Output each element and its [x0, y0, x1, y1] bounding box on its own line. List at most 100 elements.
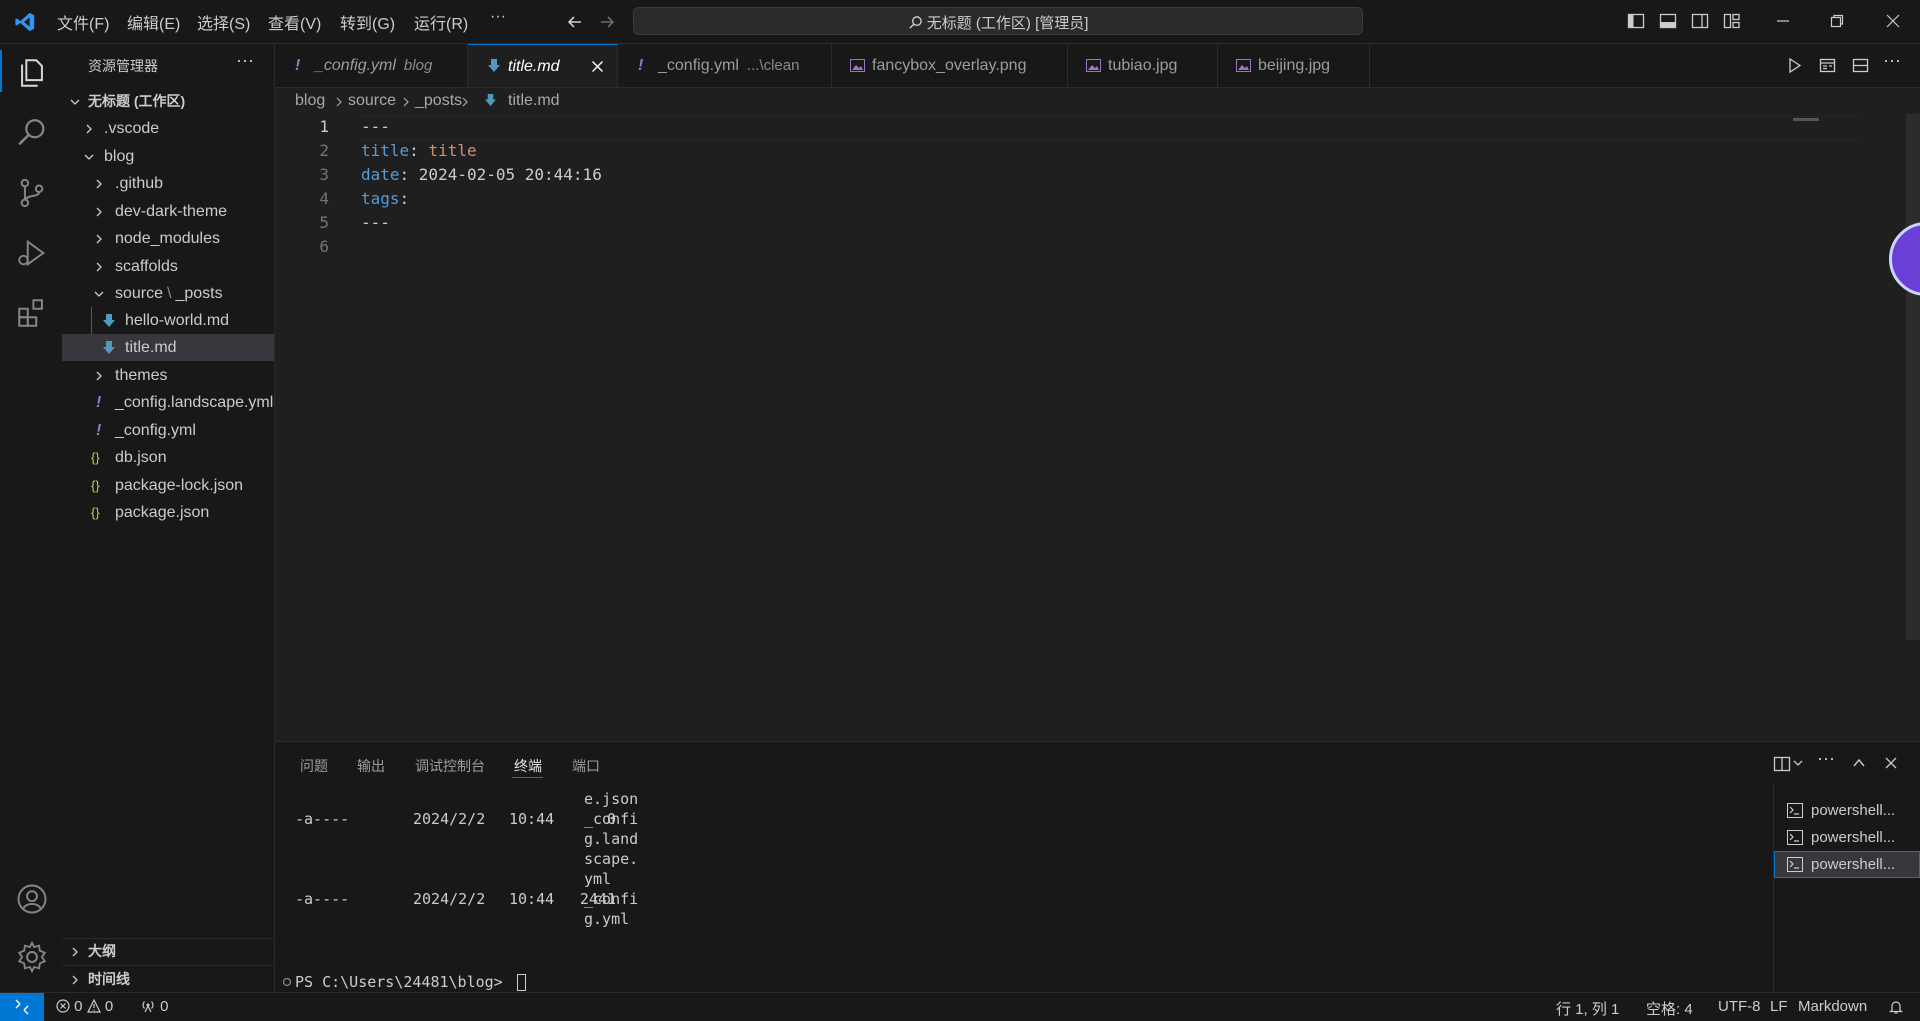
- problems-status[interactable]: 0 0: [56, 998, 113, 1015]
- yaml-separator: :: [409, 141, 429, 160]
- forward-arrow-icon[interactable]: [597, 12, 617, 32]
- breadcrumb-blog[interactable]: blog: [295, 88, 325, 114]
- vertical-scrollbar[interactable]: [1906, 114, 1920, 640]
- run-debug-icon[interactable]: [15, 236, 49, 270]
- active-indicator: [0, 50, 2, 92]
- status-bar: 0 0 0 行 1, 列 1 空格: 4 UTF-8 LF Markdown: [0, 992, 1920, 1021]
- extensions-icon[interactable]: [15, 296, 49, 330]
- tree-folder-blog[interactable]: blog: [62, 143, 274, 170]
- restore-icon[interactable]: [1828, 12, 1846, 30]
- accounts-icon[interactable]: [15, 882, 49, 916]
- encoding[interactable]: UTF-8: [1718, 998, 1761, 1015]
- back-arrow-icon[interactable]: [565, 12, 585, 32]
- toggle-panel-icon[interactable]: [1659, 12, 1677, 30]
- editor-more-actions-icon[interactable]: ···: [1883, 50, 1901, 71]
- split-terminal-icon[interactable]: [1773, 755, 1791, 773]
- toggle-primary-sidebar-icon[interactable]: [1627, 12, 1645, 30]
- command-center-search[interactable]: 无标题 (工作区) [管理员]: [633, 7, 1363, 35]
- line-ending[interactable]: LF: [1770, 998, 1788, 1015]
- menu-file[interactable]: 文件(F): [57, 10, 109, 34]
- minimize-icon[interactable]: [1774, 12, 1792, 30]
- terminal-prompt[interactable]: PS C:\Users\24481\blog>: [295, 973, 512, 991]
- tab-title-md[interactable]: title.md: [468, 44, 618, 87]
- tree-file-package-lock[interactable]: {} package-lock.json: [62, 472, 274, 499]
- timeline-section[interactable]: 时间线: [62, 966, 274, 993]
- terminal-list-item[interactable]: powershell...: [1774, 797, 1920, 824]
- customize-layout-icon[interactable]: [1723, 12, 1741, 30]
- tab-config-yml-clean[interactable]: ! _config.yml ...\clean: [618, 44, 832, 87]
- tree-file-title-md[interactable]: title.md: [62, 334, 274, 361]
- chevron-down-icon[interactable]: [1793, 758, 1803, 768]
- tab-config-yml-blog[interactable]: ! _config.yml blog: [275, 44, 468, 87]
- chevron-right-icon: [96, 371, 102, 381]
- menu-selection[interactable]: 选择(S): [197, 10, 250, 34]
- tab-tubiao[interactable]: tubiao.jpg: [1068, 44, 1218, 87]
- outline-section[interactable]: 大纲: [62, 938, 274, 965]
- yaml-file-icon: !: [638, 57, 644, 74]
- code-editor[interactable]: 1 2 3 4 5 6 --- title: title date: 2024-…: [275, 114, 1920, 740]
- workspace-root[interactable]: 无标题 (工作区): [62, 88, 274, 115]
- panel-tab-problems[interactable]: 问题: [300, 756, 328, 776]
- run-icon[interactable]: [1786, 57, 1803, 74]
- close-tab-icon[interactable]: [591, 60, 604, 73]
- toggle-secondary-sidebar-icon[interactable]: [1691, 12, 1709, 30]
- remote-indicator[interactable]: [0, 993, 44, 1021]
- tab-beijing[interactable]: beijing.jpg: [1218, 44, 1370, 87]
- open-preview-icon[interactable]: [1819, 57, 1836, 74]
- panel-tab-terminal[interactable]: 终端: [514, 756, 542, 776]
- tree-file-hello-world[interactable]: hello-world.md: [62, 307, 274, 334]
- panel-tab-output[interactable]: 输出: [357, 756, 385, 776]
- menu-view[interactable]: 查看(V): [268, 10, 321, 34]
- maximize-panel-icon[interactable]: [1851, 755, 1867, 771]
- source-control-icon[interactable]: [15, 176, 49, 210]
- menu-run[interactable]: 运行(R): [414, 10, 468, 34]
- cursor-position[interactable]: 行 1, 列 1: [1556, 998, 1619, 1019]
- tree-file-package-json[interactable]: {} package.json: [62, 499, 274, 526]
- tree-folder-vscode[interactable]: .vscode: [62, 115, 274, 142]
- language-mode[interactable]: Markdown: [1798, 998, 1867, 1015]
- tab-fancybox-overlay[interactable]: fancybox_overlay.png: [832, 44, 1068, 87]
- ports-status[interactable]: 0: [140, 998, 169, 1015]
- terminal-text: 2024/2/2: [413, 890, 486, 908]
- terminal-list-item-selected[interactable]: powershell...: [1774, 851, 1920, 878]
- json-file-icon: {}: [91, 505, 100, 520]
- menu-more[interactable]: ···: [490, 8, 506, 26]
- menu-go[interactable]: 转到(G): [340, 10, 395, 34]
- sidebar-more-icon[interactable]: ···: [236, 50, 254, 71]
- timeline-label: 时间线: [88, 971, 130, 987]
- line-number: 4: [319, 189, 329, 208]
- tree-folder-dev-dark-theme[interactable]: dev-dark-theme: [62, 198, 274, 225]
- indentation[interactable]: 空格: 4: [1646, 998, 1693, 1019]
- code-line-5: ---: [361, 213, 390, 232]
- tree-folder-scaffolds[interactable]: scaffolds: [62, 253, 274, 280]
- close-window-icon[interactable]: [1884, 12, 1902, 30]
- panel-tab-debug-console[interactable]: 调试控制台: [415, 756, 485, 776]
- menu-edit[interactable]: 编辑(E): [127, 10, 180, 34]
- panel-tab-ports[interactable]: 端口: [572, 756, 600, 776]
- tab-label: _config.yml: [658, 57, 739, 74]
- breadcrumb-file[interactable]: title.md: [508, 88, 560, 114]
- tree-file-config-landscape[interactable]: ! _config.landscape.yml: [62, 389, 274, 416]
- tree-folder-node-modules[interactable]: node_modules: [62, 225, 274, 252]
- search-view-icon[interactable]: [15, 116, 49, 150]
- tree-folder-source-posts[interactable]: source \ _posts: [62, 280, 274, 307]
- compact-folder-label: source \ _posts: [115, 280, 223, 307]
- tree-file-db-json[interactable]: {} db.json: [62, 444, 274, 471]
- explorer-icon[interactable]: [15, 56, 49, 90]
- breadcrumb-source[interactable]: source: [348, 88, 396, 114]
- close-panel-icon[interactable]: [1883, 755, 1899, 771]
- chevron-right-icon: [403, 97, 409, 107]
- tree-file-config-yml[interactable]: ! _config.yml: [62, 417, 274, 444]
- active-tab-underline: [512, 777, 543, 778]
- panel-more-icon[interactable]: ···: [1817, 748, 1835, 769]
- terminal-list-item[interactable]: powershell...: [1774, 824, 1920, 851]
- chevron-right-icon: [72, 947, 78, 957]
- settings-gear-icon[interactable]: [15, 940, 49, 974]
- minimap[interactable]: [1793, 118, 1819, 121]
- assistant-bubble-icon[interactable]: [1889, 222, 1920, 296]
- tree-folder-themes[interactable]: themes: [62, 362, 274, 389]
- tree-folder-github[interactable]: .github: [62, 170, 274, 197]
- notifications-bell-icon[interactable]: [1888, 999, 1904, 1015]
- split-editor-icon[interactable]: [1852, 57, 1869, 74]
- breadcrumb-posts[interactable]: _posts: [415, 88, 462, 114]
